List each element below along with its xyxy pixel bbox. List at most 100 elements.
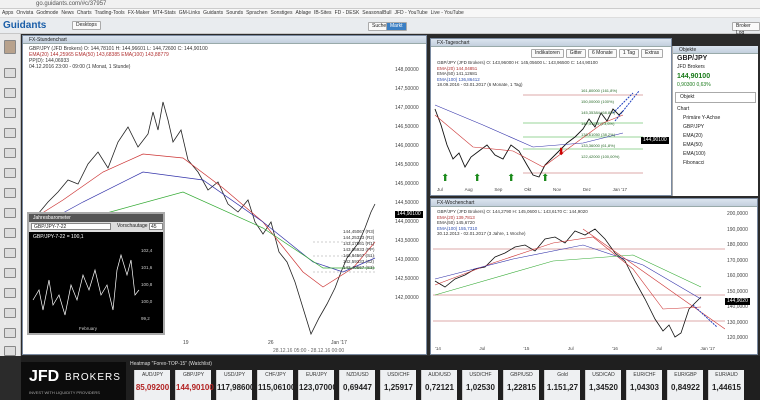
ticker-tile[interactable]: USD/CAD 1,34520 <box>585 370 621 400</box>
seasonal-popup[interactable]: Jahresbarometer GBP/JPY-7-22 Vorschautag… <box>27 212 165 335</box>
bookmark-item[interactable]: News <box>61 9 74 17</box>
sidebar-icon[interactable] <box>4 68 16 78</box>
symbol-select[interactable]: GBP/JPY-7-22 <box>31 223 111 230</box>
market-button[interactable]: Markt <box>386 22 407 31</box>
sidebar-icon[interactable] <box>4 88 16 98</box>
url-text[interactable]: go.guidants.com/#c/37957 <box>36 1 106 7</box>
sidebar-icon[interactable] <box>4 288 16 298</box>
x-tick: 19 <box>183 340 189 346</box>
weekly-price-chart[interactable] <box>433 209 725 345</box>
bookmark-item[interactable]: JFD - YouTube <box>394 9 427 17</box>
sidebar-icon[interactable] <box>4 268 16 278</box>
bookmark-item[interactable]: Trading-Tools <box>95 9 125 17</box>
bookmark-item[interactable]: Godmode <box>36 9 58 17</box>
sidebar-icon[interactable] <box>4 188 16 198</box>
broker-login-button[interactable]: Broker Log <box>732 22 760 36</box>
extras-button[interactable]: Extras <box>641 49 664 58</box>
ticker-value: 1,44615 <box>712 383 741 392</box>
ticker-tile[interactable]: EUR/GBP 0,84922 <box>667 370 703 400</box>
ticker-tile[interactable]: USD/CHF 1,25917 <box>380 370 416 400</box>
ticker-symbol: GBP/JPY <box>182 372 205 378</box>
ticker-tile[interactable]: NZD/USD 0,69447 <box>339 370 375 400</box>
ticker-tile[interactable]: GBP/JPY 144,90100 <box>175 370 214 400</box>
ticker-symbol: USD/JPY <box>223 372 246 378</box>
ticker-tile[interactable]: EUR/JPY 123,07000 <box>298 370 337 400</box>
seasonal-line-chart[interactable] <box>31 240 141 328</box>
ticker-symbol: GBP/USD <box>510 372 533 378</box>
x-tick: '15 <box>523 346 530 351</box>
price-tick: 143,00000 <box>395 257 419 263</box>
price-tick: 200,0000 <box>727 211 748 217</box>
avatar[interactable] <box>4 40 16 54</box>
current-price-label: 144,90100 <box>641 137 669 144</box>
price-axis: 148,00000 147,50000 147,00000 146,50000 … <box>395 61 427 308</box>
weekly-chart-window[interactable]: FX-Wochenchart GBP/JPY (JFD Brokers) O: … <box>430 198 758 355</box>
x-tick: Jan '17 <box>331 340 347 346</box>
jfd-brokers-banner[interactable]: JFD BROKERS INVEST WITH LIQUIDITY PROVID… <box>21 362 126 400</box>
ticker-tile[interactable]: USD/JPY 117,98600 <box>216 370 254 400</box>
popup-toolbar: GBP/JPY-7-22 Vorschautage 45 <box>29 222 163 232</box>
bookmark-item[interactable]: IB-Sites <box>314 9 332 17</box>
svg-text:⬆: ⬆ <box>507 173 515 184</box>
object-search-input[interactable]: Objekt <box>675 92 756 103</box>
interval-select[interactable]: 1 Tag <box>618 49 639 58</box>
bookmark-item[interactable]: SeasonalBull <box>362 9 391 17</box>
heatmap-title: Heatmap "Forex-TOP-15" (Watchlist) <box>130 361 212 367</box>
bookmark-item[interactable]: FX-Maker <box>128 9 150 17</box>
bookmark-item[interactable]: FD - DESK <box>335 9 360 17</box>
object-item[interactable]: Chart <box>673 105 758 114</box>
sidebar-icon[interactable] <box>4 168 16 178</box>
ticker-symbol: NZD/USD <box>346 372 369 378</box>
ticker-symbol: EUR/AUD <box>715 372 738 378</box>
bookmark-item[interactable]: Ablage <box>295 9 311 17</box>
indicators-button[interactable]: Indikatoren <box>531 49 564 58</box>
bookmark-item[interactable]: Sounds <box>226 9 243 17</box>
sidebar-icon[interactable] <box>4 228 16 238</box>
sidebar-icon[interactable] <box>4 248 16 258</box>
object-item[interactable]: Primäre Y-Achse <box>673 114 758 123</box>
bookmark-item[interactable]: MT4-Stats <box>153 9 176 17</box>
address-bar[interactable]: go.guidants.com/#c/37957 <box>0 0 760 9</box>
bookmark-item[interactable]: Charts <box>77 9 92 17</box>
ticker-tile[interactable]: EUR/AUD 1,44615 <box>708 370 744 400</box>
grid-button[interactable]: Gitter <box>565 49 586 58</box>
sidebar-icon[interactable] <box>4 328 16 338</box>
object-item[interactable]: GBP/JPY <box>673 123 758 132</box>
app-logo[interactable]: Guidants <box>3 20 46 31</box>
ticker-tile[interactable]: CHF/JPY 115,06100 <box>257 370 295 400</box>
bookmark-item[interactable]: Live - YouTube <box>431 9 464 17</box>
period-select[interactable]: 6 Monate <box>587 49 617 58</box>
bookmark-item[interactable]: Sonstiges <box>271 9 293 17</box>
sidebar-icon[interactable] <box>4 108 16 118</box>
object-item[interactable]: Fibonacci <box>673 159 758 168</box>
bookmark-item[interactable]: Sprachen <box>246 9 267 17</box>
bookmark-item[interactable]: GM-Links <box>179 9 200 17</box>
sidebar-icon[interactable] <box>4 148 16 158</box>
bookmark-item[interactable]: Apps <box>2 9 13 17</box>
bookmark-item[interactable]: Guidants <box>203 9 223 17</box>
price-axis: 200,0000 190,0000 180,0000 170,0000 160,… <box>727 207 748 347</box>
ticker-tile[interactable]: USD/CHF 1,02530 <box>462 370 498 400</box>
sidebar-icon[interactable] <box>4 308 16 318</box>
objects-panel: Objekte GBP/JPY JFD Brokers 144,90100 0,… <box>672 46 758 196</box>
object-item[interactable]: EMA(50) <box>673 141 758 150</box>
bookmark-item[interactable]: Onvista <box>16 9 33 17</box>
object-item[interactable]: EMA(20) <box>673 132 758 141</box>
ticker-tile[interactable]: Gold 1.151,27 <box>544 370 580 400</box>
daily-chart-window[interactable]: FX-Tageschart Indikatoren Gitter 6 Monat… <box>430 38 672 196</box>
sidebar-icon[interactable] <box>4 208 16 218</box>
ticker-tile[interactable]: GBP/USD 1,22815 <box>503 370 539 400</box>
chart-legend: GBP/JPY (JFD Brokers) O: 144,78101 H: 14… <box>29 46 208 70</box>
price-tick: 143,50000 <box>395 238 419 244</box>
ticker-tile[interactable]: AUD/USD 0,72121 <box>421 370 457 400</box>
ticker-symbol: CHF/JPY <box>265 372 286 378</box>
sidebar-icon[interactable] <box>4 346 16 356</box>
price-tick: 145,00000 <box>395 181 419 187</box>
ticker-tile[interactable]: AUD/JPY 85,09200 <box>134 370 170 400</box>
sidebar-icon[interactable] <box>4 128 16 138</box>
broker-name: JFD Brokers <box>677 64 705 70</box>
days-input[interactable]: 45 <box>149 223 163 230</box>
desktops-button[interactable]: Desktops <box>72 21 101 30</box>
ticker-tile[interactable]: EUR/CHF 1,04303 <box>626 370 662 400</box>
object-item[interactable]: EMA(100) <box>673 150 758 159</box>
